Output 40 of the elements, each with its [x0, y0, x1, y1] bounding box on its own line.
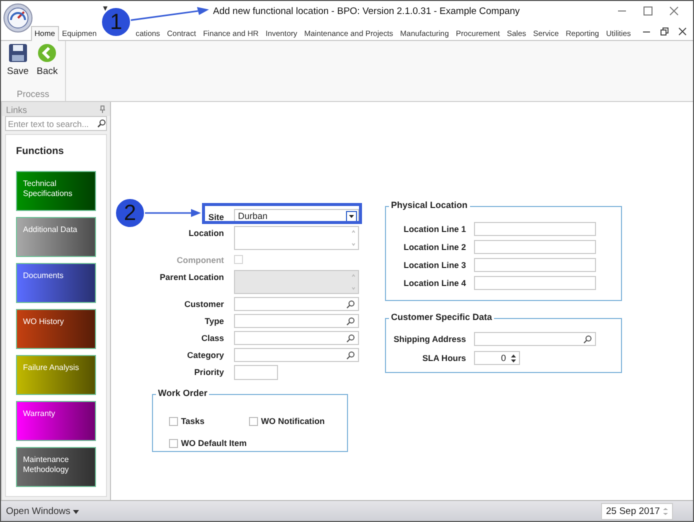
quick-access-button[interactable]: ▾ [103, 4, 108, 14]
field-label: Location Line 1 [404, 223, 466, 236]
open-windows-menu[interactable]: Open Windows [6, 506, 80, 516]
section-heading: Functions [16, 146, 65, 157]
function-tile[interactable]: Documents [16, 263, 96, 303]
field-label: SLA Hours [422, 352, 466, 365]
window-title: Add new functional location - BPO: Version 2.1.0.31 - Example Company [213, 6, 520, 16]
field-label: Parent Location [160, 271, 224, 282]
number-spinner[interactable]: 0 [474, 351, 520, 365]
field-label: Site [208, 211, 224, 222]
field-label: Location Line 2 [404, 241, 466, 254]
field-label: Customer [184, 298, 224, 309]
field-label: Location [188, 227, 224, 238]
field-label: Priority [194, 366, 224, 377]
group-title: Physical Location [389, 200, 470, 210]
function-tile[interactable]: Maintenance Methodology [16, 447, 96, 487]
field-label: Shipping Address [394, 333, 466, 346]
date-field[interactable]: 25 Sep 2017 [601, 502, 673, 520]
function-tile[interactable]: Failure Analysis [16, 355, 96, 395]
checkbox-label: Tasks [181, 416, 204, 426]
field-label: Type [204, 315, 224, 326]
function-tile[interactable]: WO History [16, 309, 96, 349]
ribbon-group-label: Process [16, 89, 50, 101]
field-label: Location Line 4 [404, 277, 466, 290]
group-title: Customer Specific Data [389, 312, 494, 322]
search-field[interactable]: Enter text to search... [5, 116, 107, 131]
field-label: Location Line 3 [404, 259, 466, 272]
field-label: Component [176, 254, 224, 265]
function-tile[interactable]: Technical Specifications [16, 171, 96, 211]
back-button[interactable]: Back [34, 43, 60, 89]
function-tile[interactable]: Warranty [16, 401, 96, 441]
field-label: Category [187, 349, 224, 360]
field-label: Class [201, 332, 224, 343]
checkbox-label: WO Notification [261, 416, 325, 426]
function-tile[interactable]: Additional Data [16, 217, 96, 257]
dropdown-value: Durban [238, 211, 268, 221]
save-button[interactable]: Save [5, 43, 31, 89]
panel-title: Links [6, 105, 28, 115]
group-title: Work Order [156, 388, 210, 398]
checkbox-label: WO Default Item [181, 438, 247, 448]
